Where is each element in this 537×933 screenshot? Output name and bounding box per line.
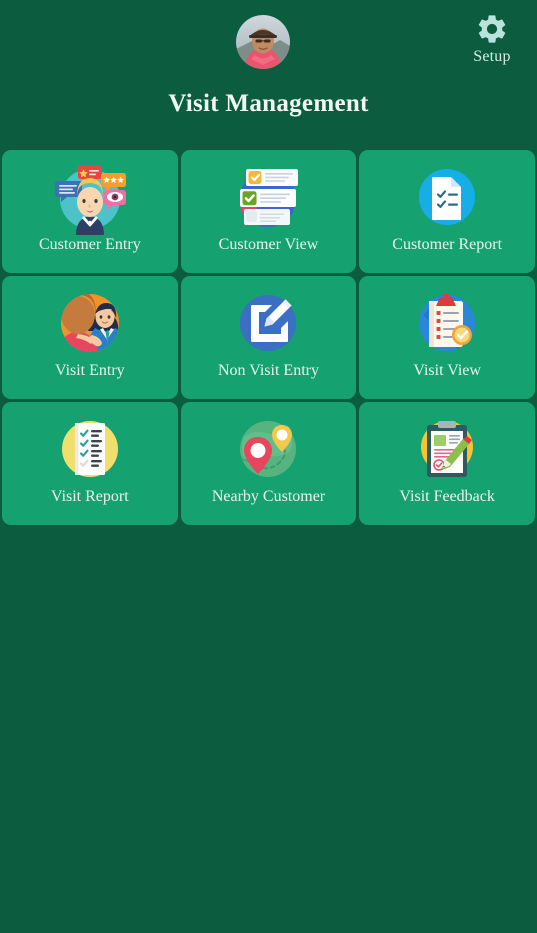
setup-button[interactable]: Setup [461,12,523,66]
tile-label: Visit Report [50,488,129,505]
tile-label: Customer View [218,236,319,253]
tile-label: Visit View [413,362,481,379]
tile-customer-view[interactable]: Customer View [180,150,357,273]
avatar-photo [236,15,290,69]
tile-visit-feedback[interactable]: Visit Feedback [359,402,535,525]
tile-label: Customer Report [392,236,503,253]
tile-customer-entry[interactable]: Customer Entry [2,150,178,273]
tile-label: Visit Feedback [399,488,495,505]
tile-customer-report[interactable]: Customer Report [359,150,535,273]
customer-feedback-illustration [54,165,126,235]
tile-non-visit-entry[interactable]: Non Visit Entry [180,276,357,399]
page-title: Visit Management [168,90,369,117]
app-screen: Setup Visit Management Customer Entry Cu… [0,0,537,933]
tile-visit-entry[interactable]: Visit Entry [2,276,178,399]
checklist-document-icon [61,421,118,477]
tile-label: Nearby Customer [211,488,326,505]
document-checklist-icon [419,169,476,225]
app-header: Setup Visit Management [0,0,537,148]
tile-label: Non Visit Entry [218,362,319,379]
tile-visit-view[interactable]: Visit View [359,276,535,399]
tile-nearby-customer[interactable]: Nearby Customer [180,402,357,525]
two-people-meeting-illustration [60,294,119,352]
map-pins-icon [240,421,297,477]
tile-label: Customer Entry [38,236,141,253]
checklist-cards-illustration [240,169,299,227]
clipboard-check-icon [419,294,476,351]
gear-icon [478,15,506,43]
tile-label: Visit Entry [54,362,125,379]
clipboard-pencil-icon [421,421,474,477]
edit-square-icon [240,295,297,351]
menu-grid: Customer Entry Customer View Customer Re… [2,150,535,525]
tile-visit-report[interactable]: Visit Report [2,402,178,525]
avatar[interactable] [236,15,290,69]
setup-label: Setup [473,48,511,65]
